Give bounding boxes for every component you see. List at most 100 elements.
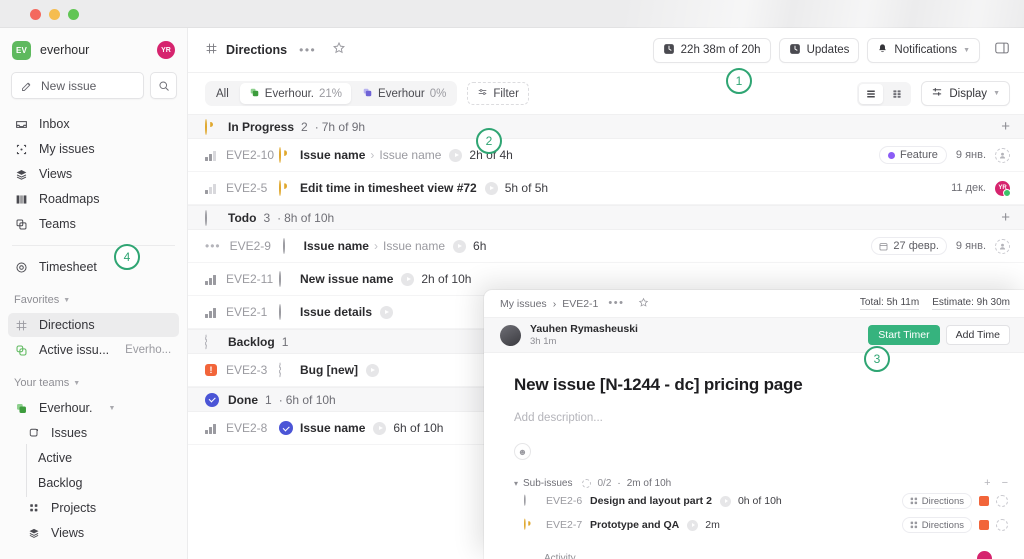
- sidebar-toggle-icon[interactable]: [994, 40, 1010, 61]
- panel-breadcrumb[interactable]: My issues › EVE2-1: [500, 298, 598, 310]
- avatar-unassigned[interactable]: [995, 148, 1010, 163]
- status-in-progress-icon[interactable]: [279, 181, 293, 195]
- board-view-icon[interactable]: [885, 84, 909, 104]
- tab-all[interactable]: All: [207, 83, 238, 104]
- sidebar-item-issues[interactable]: Issues: [8, 421, 179, 445]
- status-todo-icon[interactable]: [283, 239, 297, 253]
- start-timer-icon[interactable]: [373, 422, 386, 435]
- sidebar-item-backlog[interactable]: Backlog: [8, 471, 179, 495]
- avatar-unassigned[interactable]: [995, 239, 1010, 254]
- your-teams-section-header[interactable]: Your teams ▼: [8, 372, 179, 394]
- list-item[interactable]: EVE2-7 Prototype and QA 2m Directions: [514, 513, 1008, 537]
- sidebar-item-roadmaps[interactable]: Roadmaps: [8, 187, 179, 211]
- status-in-progress-icon[interactable]: [279, 148, 293, 162]
- description-placeholder[interactable]: Add description...: [514, 412, 1008, 424]
- start-timer-icon[interactable]: [453, 240, 466, 253]
- priority-low-icon[interactable]: [205, 182, 217, 194]
- add-issue-button[interactable]: +: [1001, 119, 1010, 134]
- sidebar-item-active[interactable]: Active: [8, 446, 179, 470]
- favorites-section-header[interactable]: Favorites ▼: [8, 289, 179, 311]
- minimize-window-button[interactable]: [49, 9, 60, 20]
- status-todo-icon[interactable]: [279, 272, 293, 286]
- table-row[interactable]: EVE2-5 Edit time in timesheet view #72 5…: [188, 172, 1024, 205]
- updates-button[interactable]: Updates: [779, 38, 860, 63]
- window-controls[interactable]: [30, 9, 79, 20]
- sidebar-item-active-issues[interactable]: Active issu... Everho...: [8, 338, 179, 362]
- avatar[interactable]: YR: [157, 41, 175, 59]
- plus-icon[interactable]: +: [984, 478, 990, 489]
- status-todo-icon[interactable]: [524, 495, 535, 506]
- start-timer-icon[interactable]: [401, 273, 414, 286]
- group-header-todo[interactable]: Todo 3 · 8h of 10h +: [188, 205, 1024, 230]
- avatar[interactable]: [500, 325, 521, 346]
- priority-urgent-icon[interactable]: !: [205, 364, 217, 376]
- priority-high-icon[interactable]: [205, 306, 217, 318]
- search-button[interactable]: [150, 72, 177, 99]
- add-time-button[interactable]: Add Time: [946, 325, 1010, 345]
- notifications-button[interactable]: Notifications ▼: [867, 38, 980, 63]
- start-timer-icon[interactable]: [380, 306, 393, 319]
- table-row[interactable]: ••• EVE2-9 Issue name › Issue name 6h 27…: [188, 230, 1024, 263]
- sidebar-item-team-everhour[interactable]: Everhour. ▼: [8, 396, 179, 420]
- star-icon[interactable]: [332, 41, 346, 60]
- display-button[interactable]: Display ▼: [921, 81, 1010, 106]
- sidebar-item-team-views[interactable]: Views: [8, 521, 179, 545]
- ellipsis-icon[interactable]: •••: [299, 44, 316, 56]
- start-timer-icon[interactable]: [687, 520, 698, 531]
- avatar-unassigned[interactable]: [996, 519, 1008, 531]
- sidebar-item-timesheet[interactable]: Timesheet: [8, 255, 179, 279]
- new-issue-button[interactable]: New issue: [11, 72, 144, 99]
- group-header-in-progress[interactable]: In Progress 2 · 7h of 9h +: [188, 114, 1024, 139]
- status-in-progress-icon[interactable]: [524, 519, 535, 530]
- zoom-window-button[interactable]: [68, 9, 79, 20]
- status-done-icon[interactable]: [279, 421, 293, 435]
- team-icon: [14, 402, 29, 415]
- star-icon[interactable]: [638, 297, 649, 311]
- start-timer-icon[interactable]: [366, 364, 379, 377]
- chevron-down-icon[interactable]: ▾: [514, 479, 518, 488]
- priority-high-icon[interactable]: [205, 422, 217, 434]
- table-row[interactable]: EVE2-10 Issue name › Issue name 2h of 4h…: [188, 139, 1024, 172]
- sidebar-item-my-issues[interactable]: My issues: [8, 137, 179, 161]
- due-date-badge[interactable]: 27 февр.: [871, 237, 946, 255]
- sidebar-item-teams[interactable]: Teams: [8, 212, 179, 236]
- avatar[interactable]: [977, 551, 992, 559]
- add-issue-button[interactable]: +: [1001, 210, 1010, 225]
- list-item[interactable]: EVE2-6 Design and layout part 2 0h of 10…: [514, 489, 1008, 513]
- priority-urgent-icon[interactable]: [979, 496, 989, 506]
- start-timer-button[interactable]: Start Timer: [868, 325, 939, 345]
- status-todo-icon[interactable]: [279, 305, 293, 319]
- close-window-button[interactable]: [30, 9, 41, 20]
- total-time[interactable]: Total: 5h 11m: [860, 297, 919, 310]
- breadcrumb[interactable]: Directions: [205, 42, 287, 58]
- project-badge[interactable]: Directions: [902, 517, 972, 533]
- estimate-time[interactable]: Estimate: 9h 30m: [932, 297, 1010, 310]
- workspace-switcher[interactable]: EV everhour YR: [8, 28, 179, 72]
- sidebar-item-directions[interactable]: Directions: [8, 313, 179, 337]
- minus-icon[interactable]: −: [1002, 478, 1008, 489]
- issue-title[interactable]: New issue [N-1244 - dc] pricing page: [514, 375, 1008, 395]
- sidebar-item-inbox[interactable]: Inbox: [8, 112, 179, 136]
- project-badge[interactable]: Directions: [902, 493, 972, 509]
- label-badge[interactable]: Feature: [879, 146, 947, 164]
- status-backlog-icon: [205, 335, 219, 349]
- filter-button[interactable]: Filter: [467, 82, 529, 105]
- start-timer-icon[interactable]: [449, 149, 462, 162]
- tab-everhour-green[interactable]: Everhour. 21%: [240, 83, 351, 104]
- priority-high-icon[interactable]: [205, 273, 217, 285]
- priority-urgent-icon[interactable]: [979, 520, 989, 530]
- start-timer-icon[interactable]: [720, 496, 731, 507]
- start-timer-icon[interactable]: [485, 182, 498, 195]
- sidebar-item-views[interactable]: Views: [8, 162, 179, 186]
- ellipsis-icon[interactable]: •••: [608, 298, 624, 309]
- priority-none-icon[interactable]: •••: [205, 240, 221, 252]
- list-view-icon[interactable]: [859, 84, 883, 104]
- status-backlog-icon[interactable]: [279, 363, 293, 377]
- emoji-icon[interactable]: ☻: [514, 443, 531, 460]
- avatar[interactable]: YR: [995, 181, 1010, 196]
- timer-total-button[interactable]: 22h 38m of 20h: [653, 38, 771, 63]
- priority-medium-icon[interactable]: [205, 149, 217, 161]
- avatar-unassigned[interactable]: [996, 495, 1008, 507]
- tab-everhour-purple[interactable]: Everhour 0%: [353, 83, 455, 104]
- sidebar-item-projects[interactable]: Projects: [8, 496, 179, 520]
